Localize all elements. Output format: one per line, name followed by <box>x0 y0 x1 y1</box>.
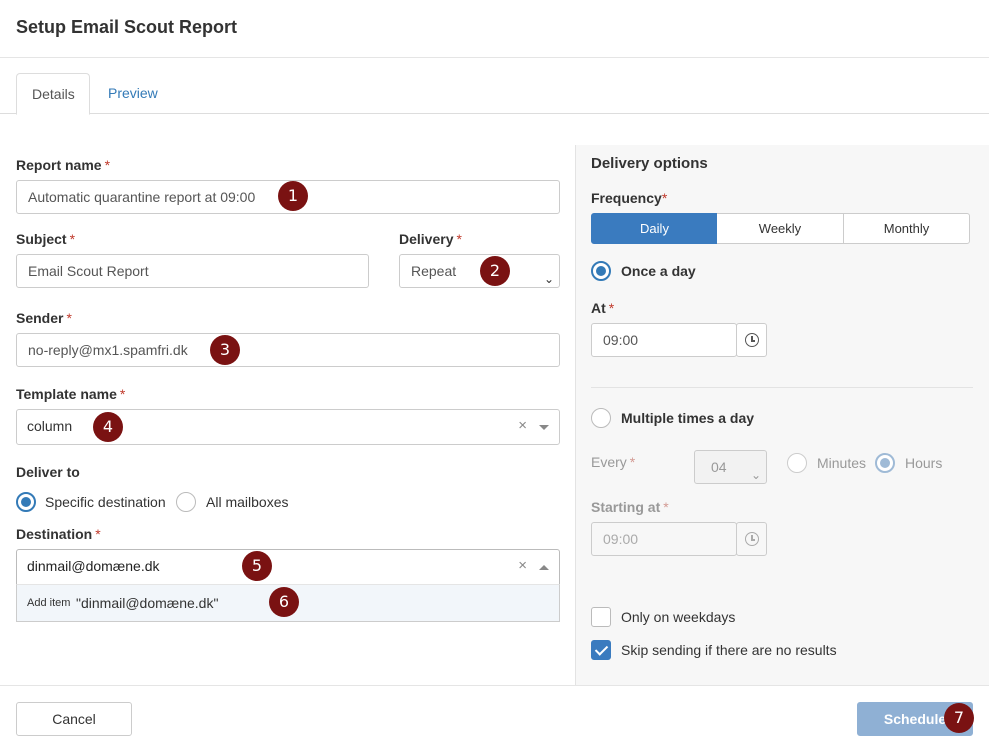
every-select: 04 ⌄ <box>694 450 767 484</box>
clock-icon <box>745 532 759 546</box>
multiple-times-radio[interactable] <box>591 408 611 428</box>
all-mailboxes-label: All mailboxes <box>206 494 289 510</box>
once-a-day-label: Once a day <box>621 263 696 279</box>
starting-at-picker-button <box>736 522 767 556</box>
divider <box>591 387 973 388</box>
add-item-prefix: Add item <box>27 597 71 609</box>
template-name-label: Template name * <box>16 386 126 402</box>
dialog-footer: Cancel Schedule 7 <box>0 685 989 751</box>
annotation-badge-3: 3 <box>210 335 240 365</box>
frequency-daily-button[interactable]: Daily <box>591 213 718 244</box>
multiple-times-label: Multiple times a day <box>621 410 755 426</box>
destination-value: dinmail@domæne.dk <box>27 558 160 574</box>
chevron-down-icon: ⌄ <box>750 468 761 482</box>
hours-radio <box>875 453 895 473</box>
specific-destination-radio[interactable] <box>16 492 36 512</box>
frequency-weekly-button[interactable]: Weekly <box>717 213 844 244</box>
hours-label: Hours <box>905 455 943 471</box>
specific-destination-label: Specific destination <box>45 494 166 510</box>
at-time-input[interactable]: 09:00 <box>591 323 737 357</box>
template-name-value: column <box>27 418 73 434</box>
annotation-badge-2: 2 <box>480 256 510 286</box>
add-item-value: "dinmail@domæne.dk" <box>76 595 219 611</box>
frequency-label: Frequency* <box>591 190 668 206</box>
clear-icon[interactable]: × <box>518 410 527 442</box>
tab-details[interactable]: Details <box>16 73 90 115</box>
at-time-picker-button[interactable] <box>736 323 767 357</box>
clear-icon[interactable]: × <box>518 550 527 582</box>
subject-input[interactable]: Email Scout Report <box>16 254 369 288</box>
at-label: At * <box>591 300 615 316</box>
frequency-monthly-button[interactable]: Monthly <box>843 213 970 244</box>
dialog-title: Setup Email Scout Report <box>16 17 238 37</box>
starting-at-input: 09:00 <box>591 522 737 556</box>
destination-label: Destination * <box>16 526 101 542</box>
tab-bar: Details Preview <box>0 58 989 115</box>
skip-no-results-checkbox[interactable] <box>591 640 611 660</box>
report-name-label: Report name * <box>16 157 111 173</box>
tab-preview[interactable]: Preview <box>93 73 173 115</box>
skip-no-results-label: Skip sending if there are no results <box>621 642 837 658</box>
every-value: 04 <box>711 459 727 475</box>
annotation-badge-4: 4 <box>93 412 123 442</box>
only-weekdays-checkbox[interactable] <box>591 607 611 627</box>
minutes-label: Minutes <box>817 455 867 471</box>
annotation-badge-1: 1 <box>278 181 308 211</box>
sender-label: Sender * <box>16 310 72 326</box>
starting-at-label: Starting at * <box>591 499 669 515</box>
only-weekdays-label: Only on weekdays <box>621 609 736 625</box>
caret-up-icon[interactable] <box>539 565 549 570</box>
delivery-label: Delivery * <box>399 231 462 247</box>
destination-input[interactable]: dinmail@domæne.dk × <box>16 549 560 585</box>
dialog-header: Setup Email Scout Report <box>0 0 989 58</box>
setup-report-dialog: Setup Email Scout Report Details Preview… <box>0 0 989 751</box>
annotation-badge-6: 6 <box>269 587 299 617</box>
subject-label: Subject * <box>16 231 76 247</box>
delivery-options-title: Delivery options <box>591 155 708 172</box>
once-a-day-radio[interactable] <box>591 261 611 281</box>
cancel-button[interactable]: Cancel <box>16 702 132 736</box>
every-label: Every * <box>591 454 636 470</box>
caret-down-icon[interactable] <box>539 425 549 430</box>
all-mailboxes-radio[interactable] <box>176 492 196 512</box>
minutes-radio <box>787 453 807 473</box>
chevron-down-icon: ⌄ <box>543 272 554 286</box>
annotation-badge-5: 5 <box>242 551 272 581</box>
annotation-badge-7: 7 <box>944 703 974 733</box>
sender-input[interactable]: no-reply@mx1.spamfri.dk <box>16 333 560 367</box>
delivery-select-value: Repeat <box>411 263 457 279</box>
deliver-to-label: Deliver to <box>16 464 80 480</box>
clock-icon <box>745 333 759 347</box>
